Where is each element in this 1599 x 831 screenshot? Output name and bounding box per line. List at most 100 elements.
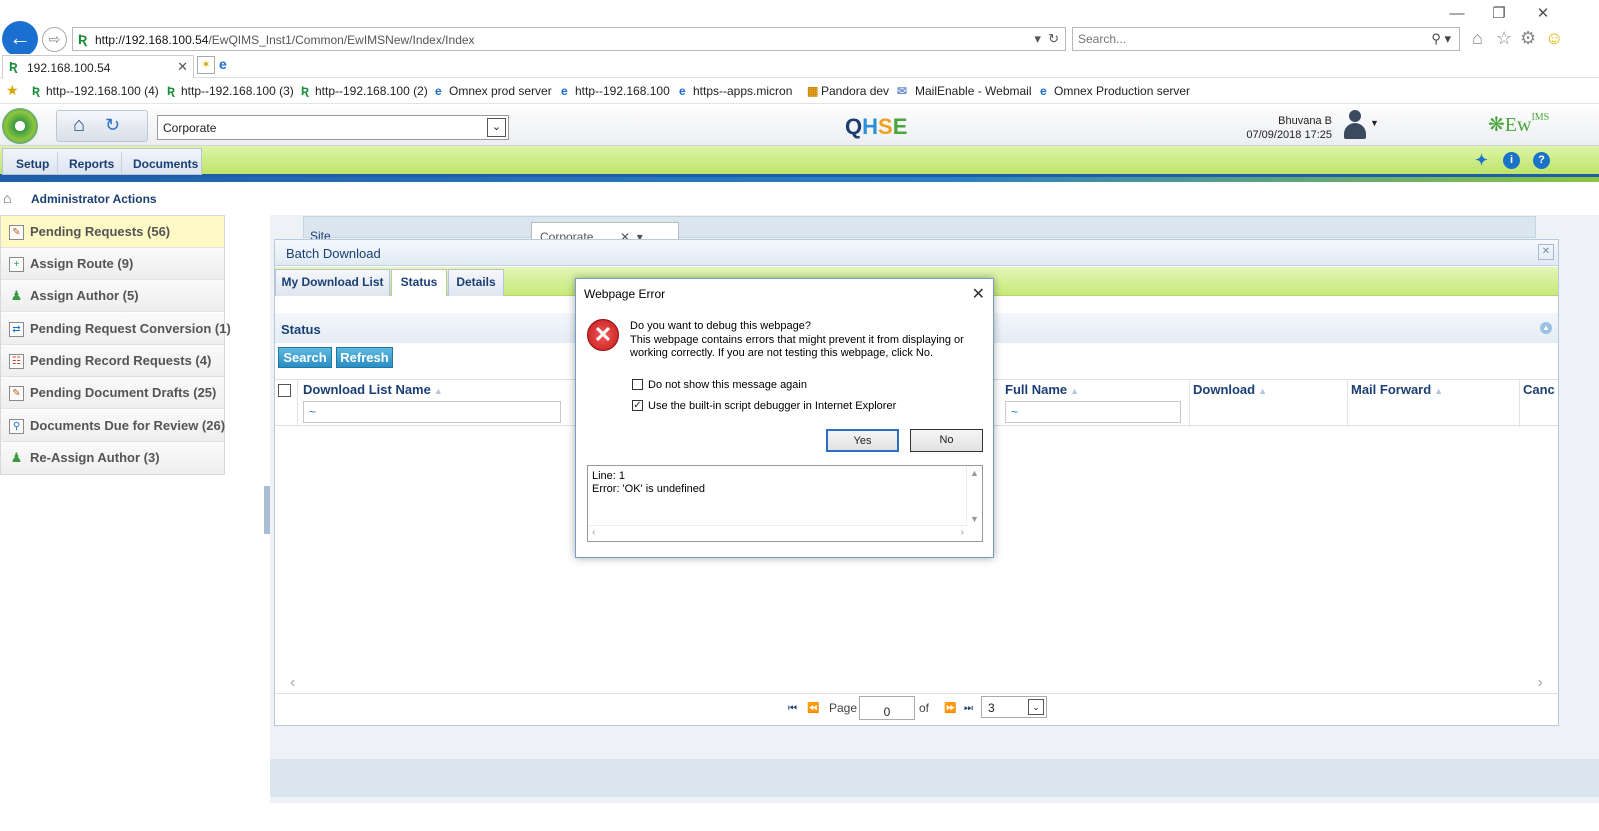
- home-refresh-group: ⌂ ↻: [56, 110, 148, 142]
- scroll-left-icon[interactable]: ‹: [592, 527, 595, 538]
- refresh-icon[interactable]: ↻: [105, 115, 120, 136]
- search-button[interactable]: Search: [278, 347, 332, 368]
- menu-setup[interactable]: Setup: [16, 157, 49, 171]
- drafts-icon: ✎: [9, 386, 24, 401]
- sort-icon[interactable]: ▲: [1070, 386, 1079, 396]
- column-full-name[interactable]: Full Name ▲: [1005, 382, 1079, 397]
- no-button[interactable]: No: [910, 429, 983, 452]
- prev-page-icon[interactable]: ⏪: [807, 703, 819, 714]
- scroll-right-icon[interactable]: ›: [961, 527, 964, 538]
- select-all-checkbox[interactable]: [278, 384, 291, 397]
- collapse-icon[interactable]: ▲: [1540, 322, 1552, 334]
- do-not-show-checkbox[interactable]: [632, 379, 643, 390]
- avatar-icon[interactable]: [1342, 110, 1368, 140]
- favorites-star-icon[interactable]: ☆: [1496, 28, 1512, 49]
- pin-icon[interactable]: ✦: [1473, 152, 1490, 169]
- forward-button[interactable]: ⇨: [42, 27, 67, 52]
- home-icon[interactable]: ⌂: [1472, 28, 1483, 49]
- column-download-list-name[interactable]: Download List Name ▲: [303, 382, 443, 397]
- header-accent-strip: [0, 177, 1599, 182]
- address-bar[interactable]: Ʀ http://192.168.100.54/EwQIMS_Inst1/Com…: [72, 27, 1066, 51]
- sidebar-item-assign-author[interactable]: ♟ Assign Author (5): [1, 280, 224, 312]
- new-tab-icon[interactable]: ✶: [197, 56, 215, 74]
- use-debugger-checkbox[interactable]: ✓: [632, 400, 643, 411]
- app-logo-icon[interactable]: [2, 108, 38, 144]
- favorite-link[interactable]: ▦ Pandora dev: [807, 84, 889, 98]
- refresh-icon[interactable]: ↻: [1048, 31, 1059, 46]
- back-button[interactable]: ←: [2, 21, 38, 57]
- last-page-icon[interactable]: ⏭: [964, 703, 973, 714]
- favorite-link[interactable]: e Omnex Production server: [1040, 84, 1190, 98]
- tab-status[interactable]: Status: [391, 269, 447, 296]
- qhse-brand-logo: QHSE: [845, 114, 908, 139]
- breadcrumb: ⌂ Administrator Actions: [0, 186, 1599, 212]
- smiley-feedback-icon[interactable]: ☺: [1545, 28, 1563, 49]
- yes-button[interactable]: Yes: [826, 429, 899, 452]
- error-details-box[interactable]: Line: 1 Error: 'OK' is undefined ▲ ▼ ‹ ›: [587, 465, 983, 542]
- next-page-icon[interactable]: ⏩: [944, 703, 956, 714]
- browser-search-box[interactable]: ⚲ ▾: [1072, 27, 1460, 51]
- tab-details[interactable]: Details: [448, 269, 504, 296]
- filter-download-list-name-input[interactable]: ~: [303, 401, 561, 423]
- settings-gear-icon[interactable]: ⚙: [1520, 28, 1536, 49]
- sort-icon[interactable]: ▲: [434, 386, 443, 396]
- site-select[interactable]: Corporate ⌄: [157, 115, 509, 140]
- favorite-link[interactable]: Ʀhttp--192.168.100 (2): [301, 84, 428, 98]
- menu-documents[interactable]: Documents: [133, 157, 198, 171]
- browser-search-input[interactable]: [1078, 32, 1408, 46]
- page-size-select[interactable]: 3 ⌄: [981, 696, 1047, 718]
- column-mail-forward[interactable]: Mail Forward ▲: [1351, 382, 1443, 397]
- close-window-icon[interactable]: ✕: [1528, 4, 1558, 24]
- favicon-icon: Ʀ: [167, 84, 176, 98]
- page-number-input[interactable]: 0: [859, 696, 915, 720]
- favorite-link[interactable]: ✉ MailEnable - Webmail: [897, 84, 1032, 98]
- details-vertical-scrollbar[interactable]: ▲ ▼: [966, 466, 982, 526]
- favorite-link[interactable]: Ʀhttp--192.168.100 (3): [167, 84, 294, 98]
- chevron-down-icon[interactable]: ⌄: [487, 118, 506, 137]
- sidebar-item-reassign-author[interactable]: ♟ Re-Assign Author (3): [1, 442, 224, 474]
- sidebar-item-assign-route[interactable]: + Assign Route (9): [1, 248, 224, 280]
- refresh-button[interactable]: Refresh: [336, 347, 393, 368]
- favorite-link[interactable]: Ʀhttp--192.168.100 (4): [32, 84, 159, 98]
- home-icon[interactable]: ⌂: [73, 114, 85, 137]
- help-icon[interactable]: ?: [1533, 152, 1550, 169]
- close-icon[interactable]: ✕: [972, 284, 985, 304]
- address-controls[interactable]: ▾ ↻: [1034, 31, 1059, 47]
- favorite-link[interactable]: e http--192.168.100: [561, 84, 670, 98]
- sort-icon[interactable]: ▲: [1434, 386, 1443, 396]
- first-page-icon[interactable]: ⏮: [788, 703, 797, 714]
- search-icon[interactable]: ⚲ ▾: [1431, 31, 1451, 47]
- tab-my-download-list[interactable]: My Download List: [275, 269, 390, 296]
- filter-full-name-input[interactable]: ~: [1005, 401, 1181, 423]
- user-menu-chevron-icon[interactable]: ▼: [1370, 118, 1379, 128]
- scroll-down-icon[interactable]: ▼: [970, 514, 979, 524]
- grid-horizontal-scrollbar[interactable]: ‹ ›: [275, 674, 1558, 692]
- favorite-link[interactable]: e https--apps.micron: [679, 84, 792, 98]
- info-icon[interactable]: i: [1503, 152, 1520, 169]
- breadcrumb-home-icon[interactable]: ⌂: [3, 190, 11, 206]
- ie-page-icon: e: [561, 84, 568, 98]
- dropdown-arrow-icon[interactable]: ▾: [1034, 31, 1041, 46]
- add-favorite-star-icon[interactable]: ★: [6, 82, 19, 99]
- menu-reports[interactable]: Reports: [69, 157, 114, 171]
- minimize-icon[interactable]: —: [1442, 4, 1472, 24]
- sort-icon[interactable]: ▲: [1258, 386, 1267, 396]
- sidebar-item-pending-requests[interactable]: ✎ Pending Requests (56): [1, 216, 224, 248]
- favorite-link[interactable]: e Omnex prod server: [435, 84, 552, 98]
- sidebar-item-request-conversion[interactable]: ⇄ Pending Request Conversion (1): [1, 313, 231, 345]
- chevron-down-icon[interactable]: ⌄: [1028, 699, 1044, 715]
- scroll-right-icon[interactable]: ›: [1538, 674, 1543, 692]
- sidebar-item-due-review[interactable]: ⚲ Documents Due for Review (26): [1, 410, 225, 442]
- column-cancel[interactable]: Canc: [1523, 382, 1555, 397]
- scroll-left-icon[interactable]: ‹: [290, 674, 295, 692]
- close-tab-icon[interactable]: ✕: [177, 59, 188, 75]
- details-horizontal-scrollbar[interactable]: ‹ ›: [588, 525, 968, 541]
- scroll-up-icon[interactable]: ▲: [970, 468, 979, 478]
- restore-icon[interactable]: ❐: [1484, 4, 1514, 24]
- sidebar-item-record-requests[interactable]: ☷ Pending Record Requests (4): [1, 345, 224, 377]
- ie-logo-icon[interactable]: e: [219, 56, 237, 74]
- column-download[interactable]: Download ▲: [1193, 382, 1267, 397]
- close-panel-icon[interactable]: ✕: [1538, 244, 1554, 260]
- sidebar-item-document-drafts[interactable]: ✎ Pending Document Drafts (25): [1, 377, 224, 409]
- browser-tab[interactable]: Ʀ 192.168.100.54 ✕: [2, 55, 194, 78]
